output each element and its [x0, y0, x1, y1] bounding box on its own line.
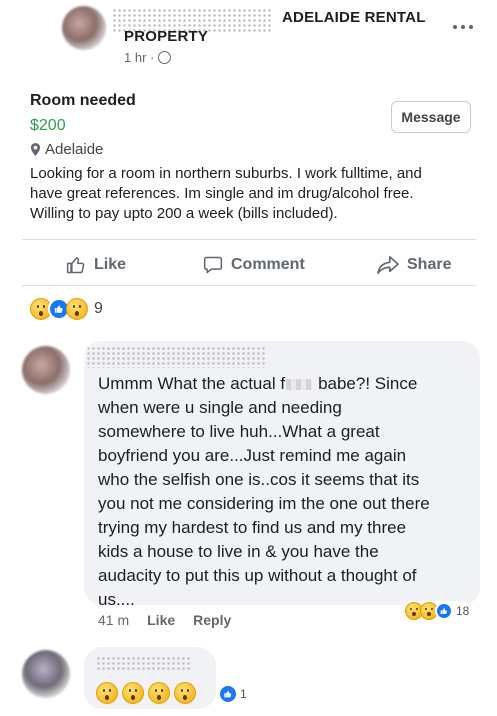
comment-line: kids a house to live in & you have the	[98, 542, 379, 561]
thumbs-up-icon	[66, 257, 85, 274]
second-comment-reaction-count: 1	[240, 687, 247, 701]
blurred-commenter-name	[86, 346, 266, 368]
description-line: have great references. Im single and im …	[30, 185, 414, 202]
comment-button[interactable]: Comment	[203, 255, 305, 275]
message-button[interactable]: Message	[391, 101, 471, 133]
like-label: Like	[94, 256, 127, 273]
listing-description: Looking for a room in northern suburbs. …	[30, 164, 480, 224]
comment-line: somewhere to live huh...What a great	[98, 422, 380, 441]
commenter-avatar[interactable]	[22, 346, 70, 394]
wow-emoji-icon	[96, 682, 118, 704]
comment-meta: 41 m Like Reply	[98, 612, 231, 628]
wow-emoji-icon	[148, 682, 170, 704]
wow-emoji-icon	[174, 682, 196, 704]
comment-label: Comment	[231, 256, 305, 273]
post-time[interactable]: 1 hr ·	[124, 50, 171, 65]
comment-icon	[203, 256, 223, 274]
description-line: Willing to pay upto 200 a week (bills in…	[30, 205, 338, 222]
wow-emoji-icon	[66, 298, 88, 320]
listing-title: Room needed	[30, 92, 136, 109]
like-reaction-icon	[218, 684, 238, 704]
listing-price: $200	[30, 117, 66, 134]
description-line: Looking for a room in northern suburbs. …	[30, 165, 422, 182]
like-button[interactable]: Like	[66, 255, 126, 275]
comment-line: boyfriend you are...Just remind me again	[98, 446, 407, 465]
divider	[22, 285, 476, 286]
comment-time[interactable]: 41 m	[98, 612, 129, 628]
like-reaction-icon	[435, 602, 453, 620]
comment-line-1-end: babe?! Since	[318, 374, 418, 393]
location-pin-icon	[30, 143, 41, 156]
comment-line-1-start: Ummm What the actual f	[98, 374, 286, 393]
post-reaction-count: 9	[94, 300, 103, 317]
group-name-line2[interactable]: PROPERTY	[124, 28, 208, 45]
comment-line: trying my hardest to find us and my thre…	[98, 518, 407, 537]
comment-line: who the selfish one is..cos it seems tha…	[98, 470, 420, 489]
group-avatar[interactable]	[62, 6, 106, 50]
post-reactions[interactable]: 9	[30, 298, 103, 320]
second-comment-emojis	[96, 682, 196, 704]
share-button[interactable]: Share	[377, 255, 451, 275]
listing-location: Adelaide	[30, 141, 103, 158]
location-text: Adelaide	[45, 141, 104, 158]
globe-icon	[157, 51, 171, 64]
comment-line: audacity to put this up without a though…	[98, 566, 417, 585]
censored-word	[286, 379, 313, 391]
group-name[interactable]: ADELAIDE RENTAL	[282, 9, 426, 26]
share-icon	[377, 256, 399, 274]
comment-line: you not me considering im the one out th…	[98, 494, 430, 513]
comment-like-button[interactable]: Like	[147, 612, 175, 628]
comment-line-1: Ummm What the actual f babe?! Since	[98, 372, 478, 396]
share-label: Share	[407, 256, 452, 273]
divider	[22, 239, 476, 240]
comment-line: when were u single and needing	[98, 398, 342, 417]
comment-reply-button[interactable]: Reply	[193, 612, 231, 628]
comment-text: Ummm What the actual f babe?! Since when …	[98, 372, 478, 612]
comment-reaction-count: 18	[456, 604, 470, 618]
second-commenter-avatar[interactable]	[22, 650, 70, 698]
blurred-second-commenter-name	[96, 656, 192, 670]
comment-reactions[interactable]: 18	[402, 601, 473, 621]
second-comment-reactions[interactable]: 1	[218, 684, 247, 704]
more-options-icon[interactable]	[453, 22, 477, 32]
wow-emoji-icon	[122, 682, 144, 704]
post-time-text: 1 hr ·	[124, 50, 155, 65]
